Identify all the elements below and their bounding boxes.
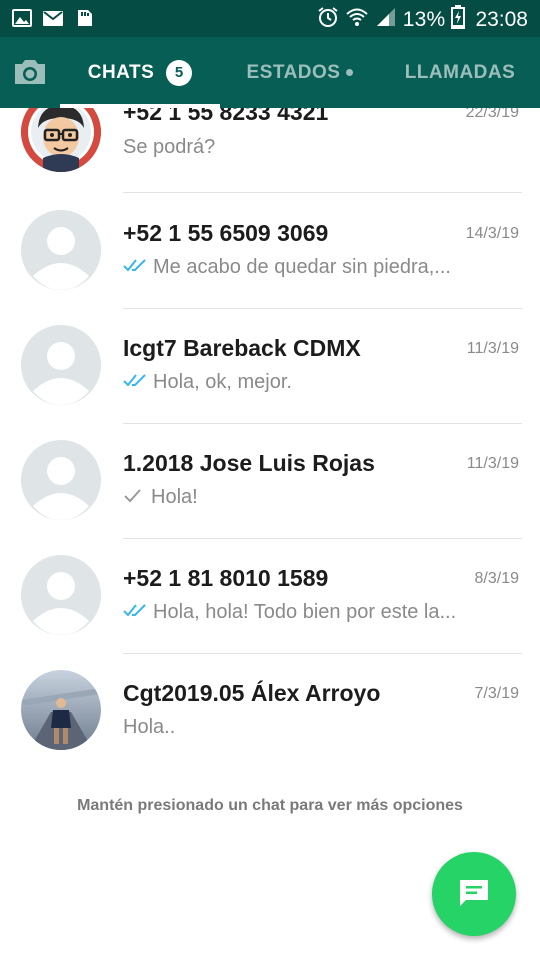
tab-llamadas[interactable]: LLAMADAS [390, 37, 530, 108]
avatar[interactable] [21, 325, 101, 405]
chat-preview: Hola, ok, mejor. [123, 371, 505, 394]
default-avatar-icon [21, 325, 101, 405]
mail-icon [42, 9, 64, 27]
chat-row[interactable]: +52 1 55 8233 4321 22/3/19 Se podrá? [0, 108, 540, 193]
chat-date: 7/3/19 [474, 685, 519, 702]
chat-date: 14/3/19 [465, 225, 519, 242]
cartoon-avatar-icon [21, 108, 101, 172]
chat-name: +52 1 55 8233 4321 [123, 108, 329, 125]
avatar[interactable] [21, 108, 101, 172]
double-check-icon [123, 256, 149, 279]
chat-row[interactable]: +52 1 81 8010 1589 8/3/19 Hola, hola! To… [0, 538, 540, 654]
unread-badge: 5 [166, 59, 193, 86]
battery-charging-icon [451, 5, 466, 34]
chat-date: 8/3/19 [474, 570, 519, 587]
new-chat-button[interactable] [432, 852, 516, 936]
double-check-icon [123, 371, 149, 394]
tab-bar: CHATS 5 ESTADOS LLAMADAS [0, 37, 540, 108]
sd-card-icon [74, 9, 94, 27]
status-bar: 13% 23:08 [0, 0, 540, 37]
battery-percent: 13% [402, 7, 446, 31]
new-chat-icon [457, 877, 491, 912]
chat-row[interactable]: 1.2018 Jose Luis Rojas 11/3/19 Hola! [0, 423, 540, 539]
chat-name: +52 1 55 6509 3069 [123, 220, 329, 246]
tab-estados-label: ESTADOS [246, 61, 341, 83]
chat-preview-text: Se podrá? [123, 136, 216, 158]
chat-date: 22/3/19 [465, 108, 519, 121]
new-status-dot [346, 69, 354, 76]
chat-preview-text: Hola! [151, 486, 198, 508]
chat-row[interactable]: +52 1 55 6509 3069 14/3/19 Me acabo de q… [0, 193, 540, 309]
chat-preview-text: Hola, ok, mejor. [153, 371, 292, 393]
default-avatar-icon [21, 210, 101, 290]
tab-chats-label: CHATS [87, 61, 155, 83]
chat-preview: Hola! [123, 486, 505, 509]
avatar[interactable] [21, 440, 101, 520]
chat-preview-text: Hola.. [123, 716, 176, 738]
default-avatar-icon [21, 440, 101, 520]
chat-row[interactable]: Icgt7 Bareback CDMX 11/3/19 Hola, ok, me… [0, 308, 540, 424]
camera-icon[interactable] [12, 57, 48, 87]
chat-preview: Me acabo de quedar sin piedra,... [123, 256, 505, 279]
chat-name: 1.2018 Jose Luis Rojas [123, 450, 375, 476]
tab-estados[interactable]: ESTADOS [230, 37, 370, 108]
chat-preview: Hola, hola! Todo bien por este la... [123, 601, 505, 624]
alarm-icon [317, 6, 339, 33]
chat-preview-text: Me acabo de quedar sin piedra,... [153, 256, 451, 278]
chat-preview: Hola.. [123, 716, 505, 739]
footer-hint: Mantén presionado un chat para ver más o… [77, 797, 463, 814]
chat-date: 11/3/19 [466, 340, 519, 357]
chat-preview: Se podrá? [123, 136, 505, 159]
wifi-icon [345, 6, 369, 33]
chat-name: +52 1 81 8010 1589 [123, 565, 329, 591]
chat-preview-text: Hola, hola! Todo bien por este la... [153, 601, 457, 623]
avatar[interactable] [21, 555, 101, 635]
chat-row[interactable]: Cgt2019.05 Álex Arroyo 7/3/19 Hola.. [0, 653, 540, 768]
photo-avatar-icon [21, 670, 101, 750]
signal-icon [375, 6, 397, 33]
image-icon [12, 9, 32, 27]
chat-name: Icgt7 Bareback CDMX [123, 335, 361, 361]
default-avatar-icon [21, 555, 101, 635]
check-icon [123, 486, 147, 509]
chat-list[interactable]: +52 1 55 8233 4321 22/3/19 Se podrá? +52… [0, 108, 540, 768]
chat-name: Cgt2019.05 Álex Arroyo [123, 680, 381, 706]
tab-chats[interactable]: CHATS 5 [60, 37, 220, 108]
clock: 23:08 [475, 7, 528, 31]
tab-llamadas-label: LLAMADAS [404, 61, 516, 83]
avatar[interactable] [21, 670, 101, 750]
double-check-icon [123, 601, 149, 624]
avatar[interactable] [21, 210, 101, 290]
chat-date: 11/3/19 [466, 455, 519, 472]
